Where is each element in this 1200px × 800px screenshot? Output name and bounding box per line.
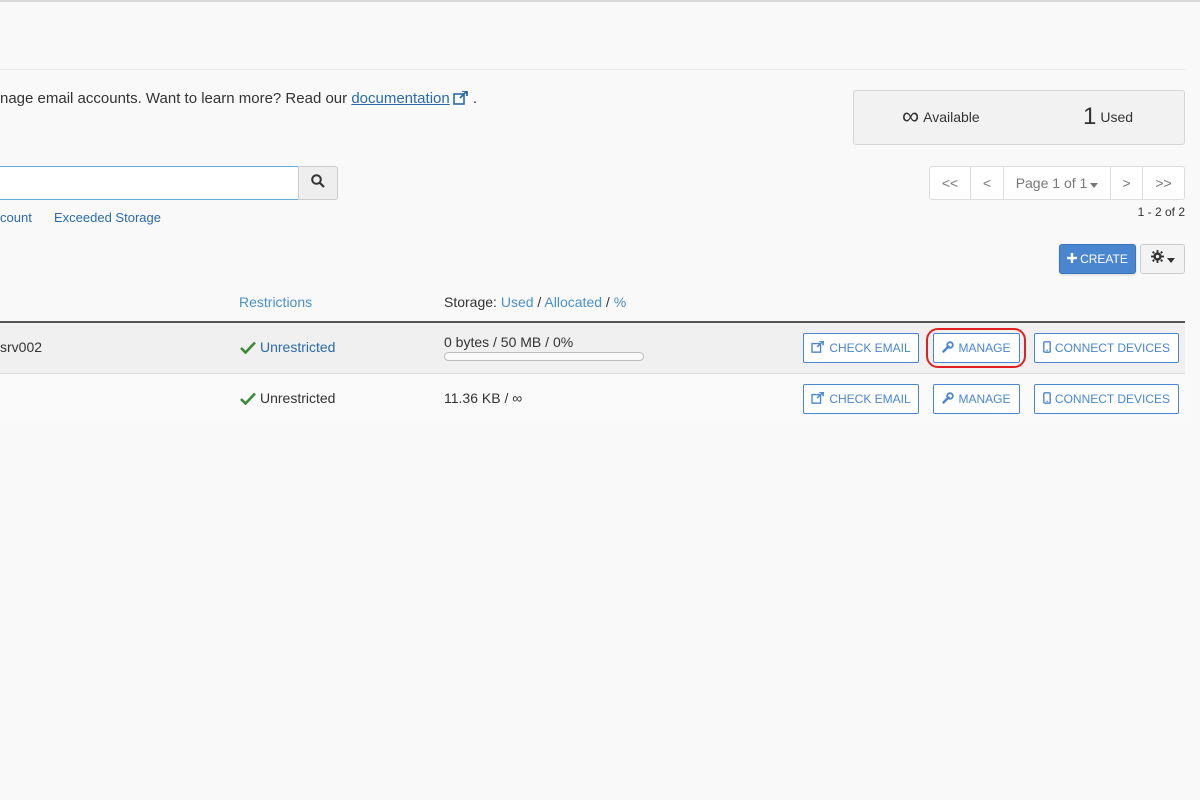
restrictions-sort-link[interactable]: Restrictions bbox=[239, 294, 312, 310]
external-link-icon bbox=[811, 390, 825, 407]
mobile-icon bbox=[1043, 391, 1051, 407]
mobile-icon bbox=[1043, 340, 1051, 356]
search-input[interactable] bbox=[0, 166, 299, 200]
sort-used-link[interactable]: Used bbox=[501, 294, 534, 310]
used-label: Used bbox=[1100, 109, 1134, 125]
table-row: Unrestricted 11.36 KB / ∞ CHECK EMAIL MA… bbox=[0, 374, 1185, 424]
available-label: Available bbox=[923, 109, 980, 125]
gear-icon bbox=[1150, 250, 1164, 268]
intro-text-before: nage email accounts. Want to learn more?… bbox=[0, 90, 352, 107]
sort-allocated-link[interactable]: Allocated bbox=[544, 294, 602, 310]
restrictions-header[interactable]: Restrictions bbox=[239, 294, 312, 310]
pagination: << < Page 1 of 1 > >> bbox=[929, 166, 1185, 200]
restriction-label[interactable]: Unrestricted bbox=[260, 339, 335, 355]
connect-devices-button[interactable]: CONNECT DEVICES bbox=[1034, 384, 1179, 414]
filter-account[interactable]: count bbox=[0, 210, 32, 225]
search-icon bbox=[311, 173, 325, 193]
filter-exceeded-storage[interactable]: Exceeded Storage bbox=[54, 210, 161, 225]
restriction-label: Unrestricted bbox=[260, 390, 336, 406]
restriction-status: Unrestricted bbox=[240, 390, 335, 408]
plus-icon bbox=[1067, 252, 1078, 266]
first-page-button[interactable]: << bbox=[930, 167, 971, 199]
page-label: Page 1 of 1 bbox=[1015, 175, 1088, 191]
caret-down-icon bbox=[1166, 250, 1175, 268]
account-stats-panel: ∞ Available 1 Used bbox=[853, 90, 1185, 145]
check-email-button[interactable]: CHECK EMAIL bbox=[803, 384, 919, 414]
intro-text: nage email accounts. Want to learn more?… bbox=[0, 90, 477, 109]
manage-label: MANAGE bbox=[958, 392, 1011, 406]
create-button[interactable]: CREATE bbox=[1059, 244, 1136, 274]
check-email-button[interactable]: CHECK EMAIL bbox=[803, 333, 919, 363]
storage-header: Storage: Used / Allocated / % bbox=[444, 294, 626, 310]
header-divider bbox=[0, 69, 1185, 70]
storage-usage: 0 bytes / 50 MB / 0% bbox=[444, 334, 574, 350]
prev-page-button[interactable]: < bbox=[971, 167, 1004, 199]
create-label: CREATE bbox=[1080, 252, 1128, 266]
search-button[interactable] bbox=[298, 166, 338, 200]
storage-progress-bar bbox=[444, 352, 644, 361]
storage-header-separator: / bbox=[602, 294, 614, 310]
storage-header-separator: / bbox=[533, 294, 545, 310]
page-select[interactable]: Page 1 of 1 bbox=[1004, 167, 1111, 199]
used-stat: 1 Used bbox=[1083, 103, 1133, 131]
results-range: 1 - 2 of 2 bbox=[1137, 205, 1185, 219]
intro-text-after: . bbox=[468, 90, 478, 107]
next-page-button[interactable]: > bbox=[1111, 167, 1143, 199]
check-email-label: CHECK EMAIL bbox=[829, 341, 911, 355]
external-link-icon bbox=[811, 339, 825, 356]
documentation-link[interactable]: documentation bbox=[351, 90, 449, 107]
available-value: ∞ bbox=[902, 103, 920, 130]
account-name: srv002 bbox=[0, 339, 43, 355]
storage-header-label: Storage: bbox=[444, 294, 501, 310]
check-icon bbox=[240, 341, 256, 357]
caret-down-icon bbox=[1090, 175, 1099, 191]
check-icon bbox=[240, 392, 256, 408]
connect-devices-label: CONNECT DEVICES bbox=[1054, 341, 1171, 355]
manage-highlight-annotation bbox=[926, 328, 1026, 368]
storage-usage: 11.36 KB / ∞ bbox=[444, 390, 523, 406]
sort-percent-link[interactable]: % bbox=[614, 294, 626, 310]
wrench-icon bbox=[942, 391, 955, 407]
connect-devices-label: CONNECT DEVICES bbox=[1054, 392, 1171, 406]
restriction-status[interactable]: Unrestricted bbox=[240, 339, 335, 357]
external-link-icon bbox=[452, 90, 469, 109]
last-page-button[interactable]: >> bbox=[1143, 167, 1184, 199]
available-stat: ∞ Available bbox=[902, 103, 980, 131]
manage-button[interactable]: MANAGE bbox=[933, 384, 1020, 414]
used-value: 1 bbox=[1083, 103, 1097, 130]
top-border bbox=[0, 0, 1200, 2]
check-email-label: CHECK EMAIL bbox=[829, 392, 911, 406]
settings-dropdown-button[interactable] bbox=[1140, 244, 1185, 274]
connect-devices-button[interactable]: CONNECT DEVICES bbox=[1034, 333, 1179, 363]
